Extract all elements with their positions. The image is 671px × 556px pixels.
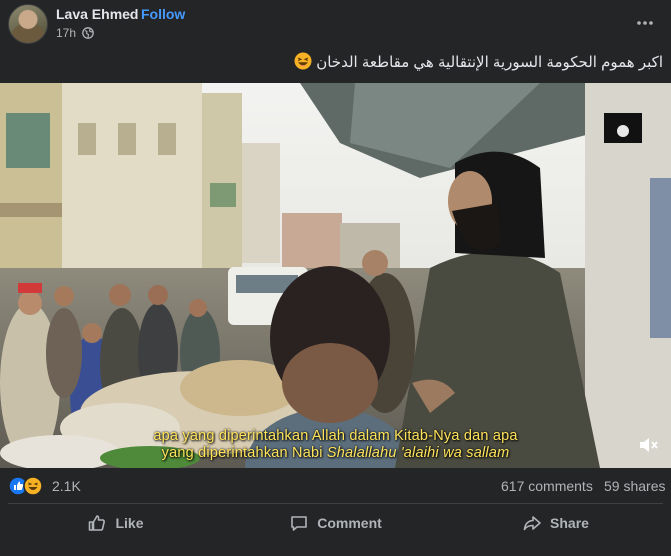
follow-button[interactable]: Follow	[141, 6, 185, 22]
share-label: Share	[550, 515, 589, 531]
share-icon	[523, 516, 541, 531]
comment-icon	[291, 516, 308, 531]
comments-count[interactable]: 617 comments	[501, 478, 593, 494]
muted-volume-icon[interactable]	[637, 434, 659, 456]
haha-reaction-icon	[23, 476, 43, 496]
divider	[8, 503, 663, 504]
post-caption: اكبر هموم الحكومة السورية الإنتقالية هي …	[290, 52, 663, 71]
author-name[interactable]: Lava Ehmed	[56, 6, 138, 22]
video-subtitle-line-1: apa yang diperintahkan Allah dalam Kitab…	[153, 428, 518, 444]
more-options-icon[interactable]	[632, 10, 658, 36]
laughing-emoji-icon	[294, 52, 312, 70]
video-subtitle-line-2: yang diperintahkan Nabi Shalallahu 'alai…	[0, 445, 671, 461]
video-frame	[0, 83, 671, 468]
comment-label: Comment	[317, 515, 382, 531]
separator-dot: ·	[128, 6, 133, 22]
reaction-icons[interactable]	[8, 476, 48, 496]
shares-count[interactable]: 59 shares	[604, 478, 665, 494]
avatar[interactable]	[8, 4, 48, 44]
share-button[interactable]: Share	[448, 505, 663, 541]
thumbs-up-icon	[89, 515, 106, 531]
video-player[interactable]: apa yang diperintahkan Allah dalam Kitab…	[0, 83, 671, 468]
comment-button[interactable]: Comment	[228, 505, 443, 541]
caption-text: اكبر هموم الحكومة السورية الإنتقالية هي …	[316, 54, 663, 71]
globe-icon	[82, 27, 94, 39]
subtitle-text: yang diperintahkan Nabi	[161, 445, 327, 461]
like-label: Like	[115, 515, 144, 531]
reactions-count[interactable]: 2.1K	[52, 478, 81, 494]
post-time[interactable]: 17h	[56, 26, 76, 40]
like-button[interactable]: Like	[8, 505, 223, 541]
subtitle-italic-text: Shalallahu 'alaihi wa sallam	[326, 445, 510, 461]
